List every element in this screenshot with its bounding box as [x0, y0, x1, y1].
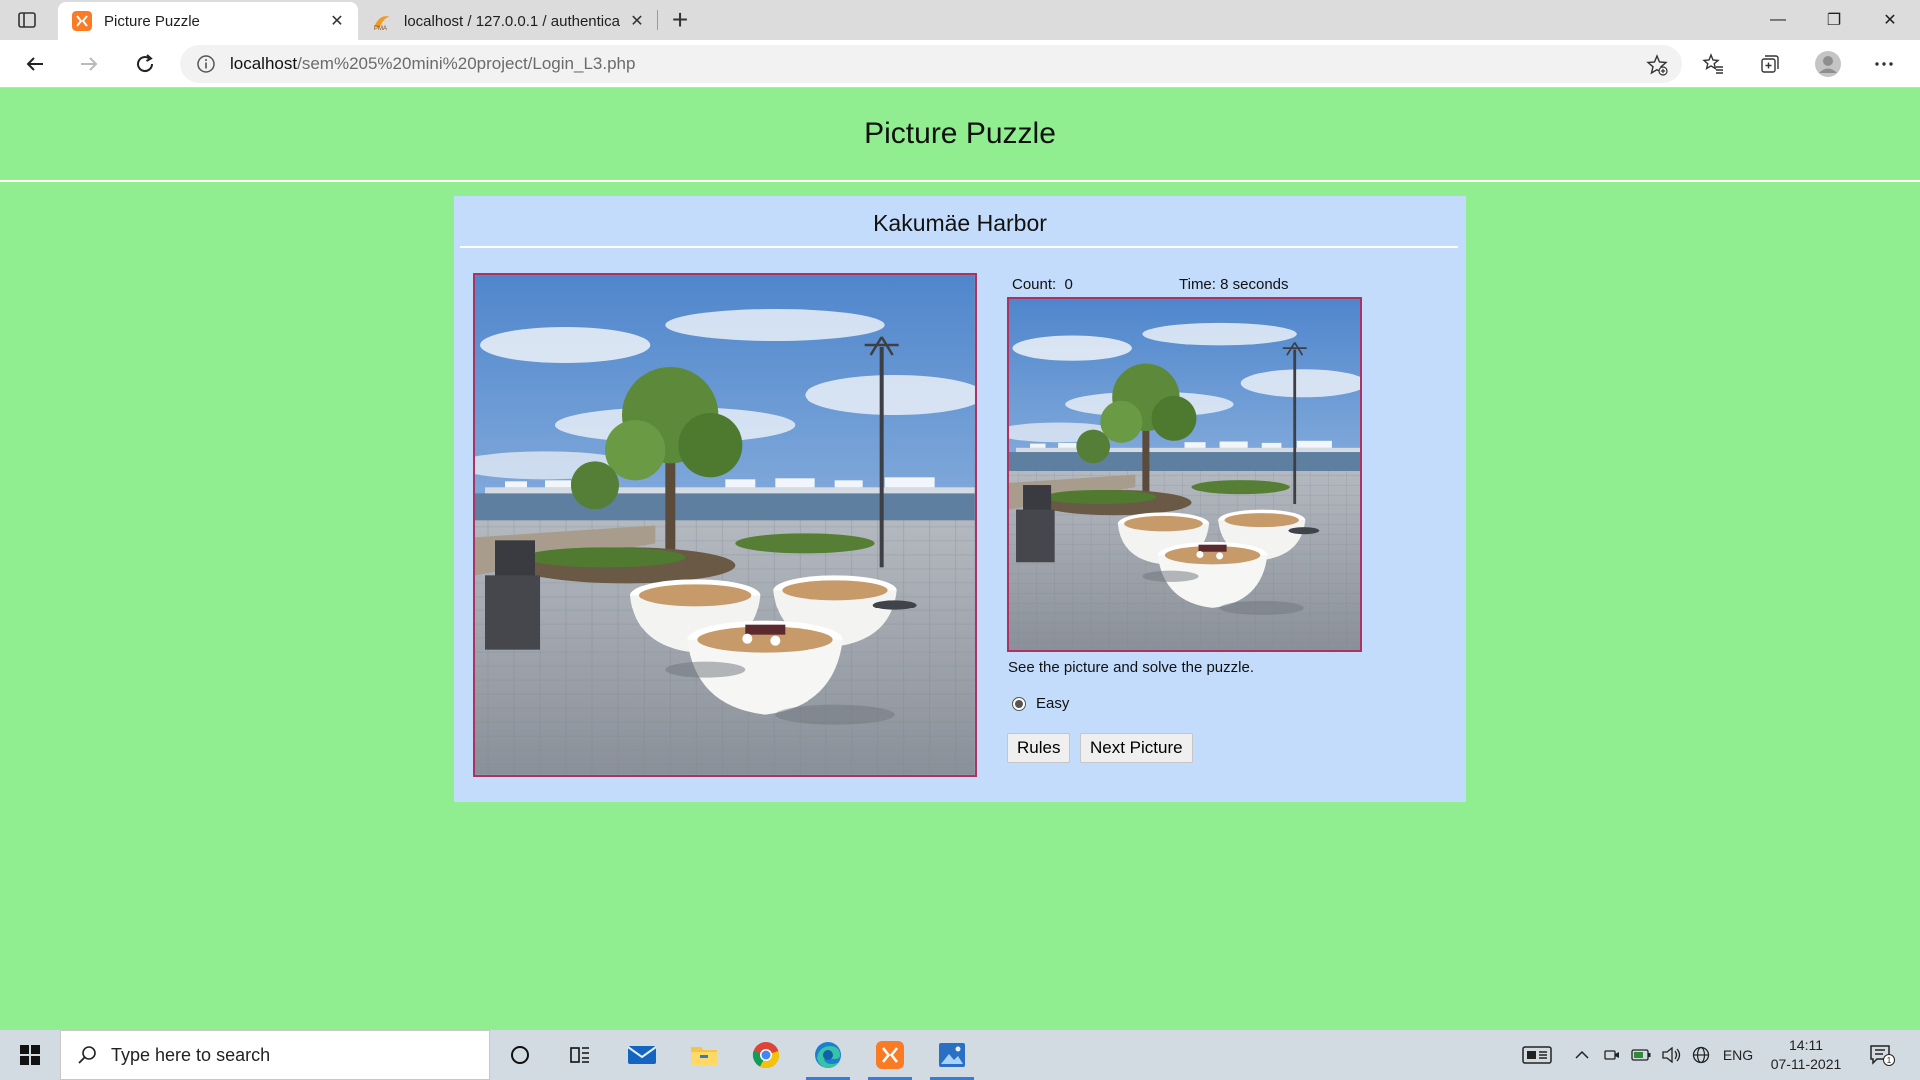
picture-name: Kakumäe Harbor: [873, 210, 1047, 236]
forward-icon[interactable]: [72, 48, 106, 80]
profile-avatar[interactable]: [1812, 49, 1844, 79]
tab-picture-puzzle[interactable]: Picture Puzzle ✕: [58, 2, 358, 40]
site-info-icon[interactable]: [196, 54, 216, 74]
xampp-taskbar-icon[interactable]: [860, 1030, 920, 1080]
clock-time: 14:11: [1789, 1037, 1823, 1053]
count-value: 0: [1064, 276, 1073, 293]
next-picture-button[interactable]: Next Picture: [1080, 733, 1193, 763]
restore-icon[interactable]: ❐: [1806, 0, 1862, 40]
volume-icon[interactable]: [1658, 1030, 1684, 1080]
tab-title: Picture Puzzle: [104, 12, 200, 30]
back-icon[interactable]: [18, 48, 52, 80]
rules-button[interactable]: Rules: [1007, 733, 1071, 763]
time-value: 8 seconds: [1220, 276, 1289, 293]
notification-count: 1: [1887, 1056, 1892, 1065]
clock-date: 07-11-2021: [1770, 1056, 1842, 1072]
news-icon[interactable]: [1515, 1030, 1559, 1080]
puzzle-tile[interactable]: [641, 608, 809, 775]
tab-divider: [657, 10, 658, 30]
collections-icon[interactable]: [1754, 49, 1786, 79]
refresh-icon[interactable]: [128, 48, 162, 80]
browser-toolbar: localhost/sem%205%20mini%20project/Login…: [0, 40, 1920, 88]
puzzle-tile[interactable]: [475, 441, 642, 609]
mail-icon[interactable]: [612, 1030, 672, 1080]
puzzle-board: [473, 273, 977, 777]
task-view-icon[interactable]: [550, 1030, 610, 1080]
minimize-icon[interactable]: —: [1750, 0, 1806, 40]
url-host: localhost: [230, 54, 298, 73]
puzzle-tile[interactable]: [808, 608, 975, 775]
search-placeholder: Type here to search: [111, 1044, 271, 1065]
address-bar[interactable]: localhost/sem%205%20mini%20project/Login…: [180, 45, 1682, 83]
puzzle-tile[interactable]: [641, 441, 809, 609]
close-tab-icon[interactable]: ✕: [324, 11, 350, 31]
browser-tab-strip: Picture Puzzle ✕ PMA localhost / 127.0.0…: [0, 0, 1920, 40]
svg-text:PMA: PMA: [374, 26, 387, 31]
language-indicator[interactable]: ENG: [1718, 1030, 1758, 1080]
edge-icon[interactable]: [798, 1030, 858, 1080]
time-label: Time:: [1179, 276, 1216, 293]
show-hidden-icons-icon[interactable]: [1570, 1030, 1594, 1080]
xampp-icon: [72, 11, 92, 31]
meet-now-icon[interactable]: [1600, 1030, 1624, 1080]
instructions-text: See the picture and solve the puzzle.: [1008, 659, 1254, 676]
difficulty-option-easy[interactable]: Easy: [1012, 695, 1069, 712]
url-text: localhost/sem%205%20mini%20project/Login…: [230, 54, 635, 74]
puzzle-tile[interactable]: [475, 275, 642, 442]
puzzle-tile[interactable]: [808, 275, 975, 442]
timer: Time: 8 seconds: [1179, 276, 1289, 293]
easy-label: Easy: [1036, 695, 1070, 712]
search-icon: [78, 1046, 96, 1064]
puzzle-tile[interactable]: [808, 441, 975, 609]
cortana-icon[interactable]: [490, 1030, 550, 1080]
photos-icon[interactable]: [922, 1030, 982, 1080]
radio-selected-dot: [1015, 699, 1023, 708]
taskbar: Type here to search ENG 14:11 07-11-2021…: [0, 1030, 1920, 1080]
header-divider: [0, 180, 1920, 182]
easy-radio[interactable]: [1012, 696, 1026, 711]
file-explorer-icon[interactable]: [674, 1030, 734, 1080]
battery-icon[interactable]: [1628, 1030, 1654, 1080]
tab-phpmyadmin[interactable]: PMA localhost / 127.0.0.1 / authentica ✕: [358, 2, 658, 40]
page-header: Picture Puzzle: [0, 88, 1920, 180]
puzzle-tile[interactable]: [641, 275, 809, 442]
system-clock[interactable]: 14:11 07-11-2021: [1766, 1036, 1846, 1074]
puzzle-panel: Kakumäe Harbor Count: 0 Time: 8 seconds …: [454, 196, 1466, 802]
phpmyadmin-icon: PMA: [374, 16, 390, 31]
windows-start-icon[interactable]: [0, 1030, 60, 1080]
move-counter: Count: 0: [1012, 276, 1073, 293]
count-label: Count:: [1012, 276, 1057, 293]
reference-picture: [1007, 297, 1362, 652]
panel-divider: [460, 246, 1458, 248]
chrome-icon[interactable]: [736, 1030, 796, 1080]
close-window-icon[interactable]: ✕: [1862, 0, 1918, 40]
favorites-icon[interactable]: [1697, 49, 1729, 79]
tab-title: localhost / 127.0.0.1 / authentica: [404, 12, 620, 30]
url-path: /sem%205%20mini%20project/Login_L3.php: [297, 54, 636, 73]
new-tab-icon[interactable]: +: [668, 4, 692, 36]
puzzle-tile[interactable]: [475, 608, 642, 775]
page-title: Picture Puzzle: [864, 117, 1056, 150]
close-tab-icon[interactable]: ✕: [624, 11, 650, 31]
network-globe-icon[interactable]: [1688, 1030, 1714, 1080]
add-favorite-icon[interactable]: [1646, 54, 1668, 76]
more-options-icon[interactable]: [1868, 49, 1900, 79]
tab-actions-icon[interactable]: [16, 9, 38, 31]
taskbar-search-input[interactable]: Type here to search: [60, 1030, 490, 1080]
notifications-icon[interactable]: 1: [1862, 1030, 1902, 1080]
